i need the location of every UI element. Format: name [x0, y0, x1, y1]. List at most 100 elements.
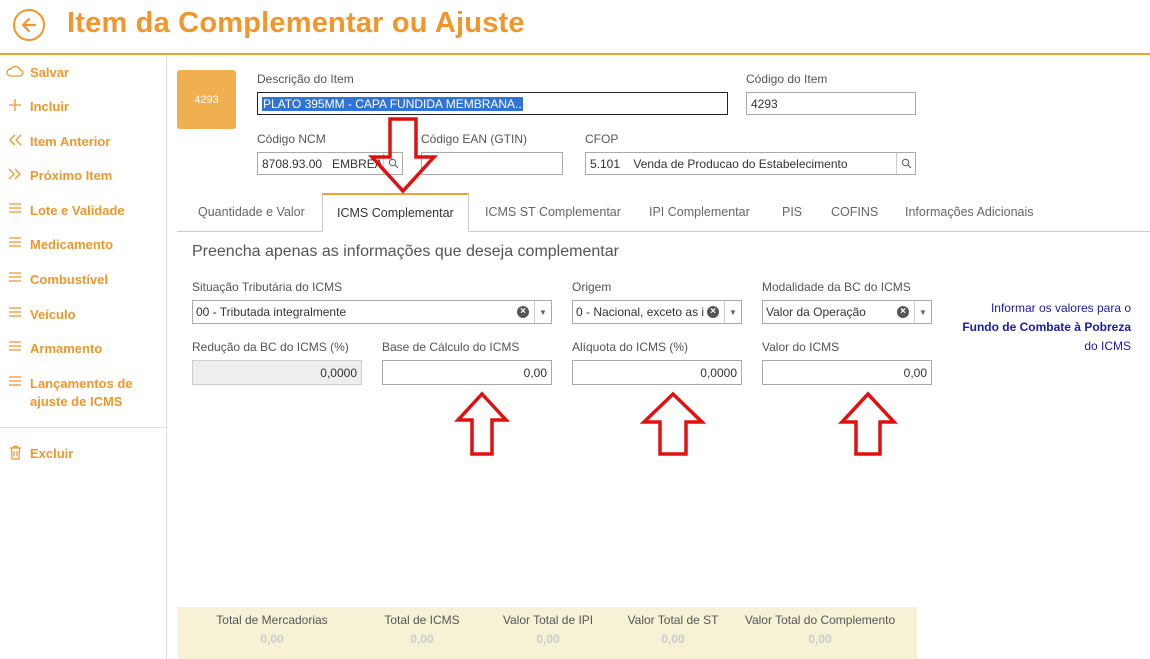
- tab-quantidade-valor[interactable]: Quantidade e Valor: [198, 193, 305, 231]
- base-value: 0,00: [523, 365, 547, 380]
- annotation-arrow-up-icon: [639, 391, 707, 456]
- menu-icon: [9, 376, 21, 386]
- sidebar-item-combustivel[interactable]: Combustível: [0, 271, 166, 289]
- sidebar-item-label: Lote e Validade: [30, 203, 125, 218]
- modalidade-label: Modalidade da BC do ICMS: [762, 280, 911, 294]
- add-button[interactable]: Incluir: [0, 98, 166, 116]
- total-icms: Total de ICMS 0,00: [362, 613, 482, 646]
- valor-icms-input[interactable]: 0,00: [762, 360, 932, 385]
- sidebar-item-lancamentos-ajuste[interactable]: Lançamentos de ajuste de ICMS: [0, 375, 166, 411]
- menu-icon: [9, 237, 21, 247]
- sidebar-item-label: Medicamento: [30, 237, 114, 252]
- sidebar-item-label: Excluir: [30, 446, 74, 461]
- total-value: 0,00: [260, 632, 284, 646]
- valor-value: 0,00: [903, 365, 927, 380]
- total-ipi: Valor Total de IPI 0,00: [488, 613, 608, 646]
- base-calculo-input[interactable]: 0,00: [382, 360, 552, 385]
- page-header: Item da Complementar ou Ajuste: [0, 0, 1150, 55]
- annotation-arrow-down-icon: [368, 117, 438, 194]
- cfop-value: 5.101 Venda de Producao do Estabelecimen…: [590, 156, 848, 171]
- section-subtitle: Preencha apenas as informações que desej…: [192, 243, 619, 260]
- sidebar: Salvar Incluir Item Anterior Próximo Ite…: [0, 55, 167, 659]
- fcp-line-3: do ICMS: [1084, 339, 1131, 353]
- reducao-label: Redução da BC do ICMS (%): [192, 340, 349, 354]
- double-chevron-right-icon: [8, 168, 21, 180]
- plus-icon: [9, 99, 21, 111]
- situacao-label: Situação Tributária do ICMS: [192, 280, 343, 294]
- aliquota-label: Alíquota do ICMS (%): [572, 340, 689, 354]
- total-complemento: Valor Total do Complemento 0,00: [735, 613, 905, 646]
- chevron-down-icon[interactable]: ▼: [724, 301, 741, 323]
- sidebar-item-medicamento[interactable]: Medicamento: [0, 236, 166, 254]
- codigo-input[interactable]: 4293: [746, 92, 916, 115]
- total-value: 0,00: [808, 632, 832, 646]
- sidebar-item-label: Armamento: [30, 341, 103, 356]
- search-icon: [901, 158, 911, 169]
- cfop-input[interactable]: 5.101 Venda de Producao do Estabelecimen…: [585, 152, 916, 175]
- clear-icon[interactable]: ×: [897, 306, 909, 318]
- sidebar-item-label: Lançamentos de ajuste de ICMS: [30, 376, 133, 409]
- origem-select[interactable]: 0 - Nacional, exceto as i × ▼: [572, 300, 742, 324]
- modalidade-value: Valor da Operação: [766, 305, 866, 319]
- sidebar-item-label: Incluir: [30, 99, 70, 114]
- situacao-value: 00 - Tributada integralmente: [196, 305, 347, 319]
- item-thumbnail: 4293: [177, 70, 236, 129]
- total-value: 0,00: [661, 632, 685, 646]
- total-label: Total de Mercadorias: [216, 613, 328, 627]
- total-mercadorias: Total de Mercadorias 0,00: [192, 613, 352, 646]
- sidebar-item-armamento[interactable]: Armamento: [0, 340, 166, 358]
- trash-icon: [9, 445, 21, 460]
- sidebar-item-label: Veículo: [30, 307, 76, 322]
- fcp-link[interactable]: Informar os valores para o Fundo de Comb…: [940, 299, 1131, 356]
- save-button[interactable]: Salvar: [0, 64, 166, 82]
- total-label: Valor Total do Complemento: [744, 613, 896, 627]
- reducao-input: 0,0000: [192, 360, 362, 385]
- fcp-line-2: Fundo de Combate à Pobreza: [962, 320, 1131, 334]
- descricao-label: Descrição do Item: [257, 72, 354, 86]
- descricao-input[interactable]: PLATO 395MM - CAPA FUNDIDA MEMBRANA..: [257, 92, 728, 115]
- aliquota-value: 0,0000: [700, 365, 737, 380]
- clear-icon[interactable]: ×: [517, 306, 529, 318]
- previous-item-button[interactable]: Item Anterior: [0, 133, 166, 151]
- tab-icms-st-complementar[interactable]: ICMS ST Complementar: [485, 193, 621, 231]
- delete-button[interactable]: Excluir: [0, 445, 166, 463]
- tab-cofins[interactable]: COFINS: [831, 193, 878, 231]
- chevron-down-icon[interactable]: ▼: [534, 301, 551, 323]
- ncm-label: Código NCM: [257, 132, 326, 146]
- total-value: 0,00: [536, 632, 560, 646]
- menu-icon: [9, 203, 21, 213]
- origem-value: 0 - Nacional, exceto as i: [576, 305, 705, 319]
- codigo-value: 4293: [751, 96, 778, 111]
- tab-icms-complementar[interactable]: ICMS Complementar: [322, 193, 469, 232]
- sidebar-item-label: Salvar: [30, 65, 70, 80]
- sidebar-item-label: Item Anterior: [30, 134, 111, 149]
- sidebar-item-label: Próximo Item: [30, 168, 113, 183]
- sidebar-item-veiculo[interactable]: Veículo: [0, 306, 166, 324]
- modalidade-select[interactable]: Valor da Operação × ▼: [762, 300, 932, 324]
- situacao-select[interactable]: 00 - Tributada integralmente × ▼: [192, 300, 552, 324]
- clear-icon[interactable]: ×: [707, 306, 719, 318]
- next-item-button[interactable]: Próximo Item: [0, 167, 166, 185]
- tab-ipi-complementar[interactable]: IPI Complementar: [649, 193, 750, 231]
- double-chevron-left-icon: [9, 134, 22, 146]
- annotation-arrow-up-icon: [454, 391, 510, 456]
- valor-icms-label: Valor do ICMS: [762, 340, 840, 354]
- cfop-search-button[interactable]: [896, 153, 915, 174]
- cloud-icon: [6, 65, 24, 77]
- codigo-label: Código do Item: [746, 72, 828, 86]
- arrow-left-icon: [21, 17, 37, 33]
- tab-informacoes-adicionais[interactable]: Informações Adicionais: [905, 193, 1034, 231]
- origem-label: Origem: [572, 280, 612, 294]
- total-label: Valor Total de IPI: [502, 613, 594, 627]
- sidebar-item-label: Combustível: [30, 272, 109, 287]
- sidebar-item-lote-validade[interactable]: Lote e Validade: [0, 202, 166, 220]
- tab-pis[interactable]: PIS: [782, 193, 802, 231]
- aliquota-input[interactable]: 0,0000: [572, 360, 742, 385]
- base-label: Base de Cálculo do ICMS: [382, 340, 520, 354]
- back-button[interactable]: [13, 9, 45, 41]
- page-title: Item da Complementar ou Ajuste: [67, 7, 525, 39]
- totals-bar: Total de Mercadorias 0,00 Total de ICMS …: [177, 607, 917, 659]
- chevron-down-icon[interactable]: ▼: [914, 301, 931, 323]
- total-label: Total de ICMS: [384, 613, 460, 627]
- sidebar-divider: [0, 427, 166, 428]
